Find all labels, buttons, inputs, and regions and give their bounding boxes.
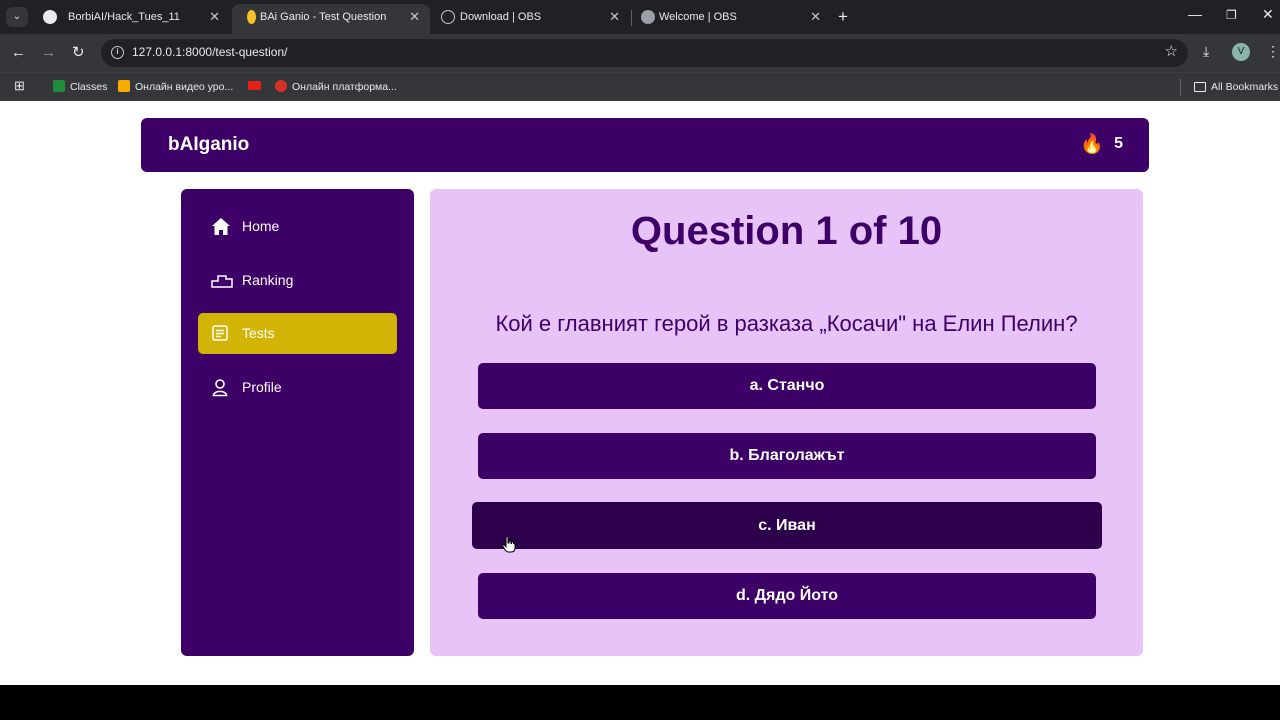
bookmarks-separator: [1180, 79, 1181, 96]
classroom-icon: [53, 80, 65, 92]
bookmark-label: Classes: [70, 81, 108, 93]
profile-avatar[interactable]: V: [1232, 43, 1250, 61]
new-tab-button[interactable]: +: [838, 6, 848, 28]
back-icon[interactable]: ←: [11, 43, 26, 63]
close-icon[interactable]: ✕: [209, 4, 220, 30]
tests-icon: [212, 325, 228, 341]
sidebar: Home Ranking Tests Profile: [181, 189, 414, 656]
forward-icon[interactable]: →: [41, 43, 56, 63]
sidebar-item-home[interactable]: Home: [198, 206, 397, 247]
tab-search-button[interactable]: ⌄: [6, 7, 28, 27]
apps-grid-icon[interactable]: ⊞: [14, 78, 25, 94]
folder-icon: [1194, 82, 1206, 92]
address-bar[interactable]: i 127.0.0.1:8000/test-question/ ☆: [101, 39, 1188, 67]
menu-icon[interactable]: ⋮: [1266, 43, 1280, 60]
restore-icon[interactable]: ❐: [1226, 8, 1237, 22]
sidebar-item-label: Tests: [242, 325, 275, 341]
all-bookmarks-button[interactable]: All Bookmarks: [1194, 79, 1278, 95]
streak-counter: 🔥 5: [1080, 132, 1123, 156]
sidebar-item-tests[interactable]: Tests: [198, 313, 397, 354]
bookmarks-bar: ⊞ Classes Онлайн видео уро... Онлайн пла…: [0, 72, 1280, 101]
url-text[interactable]: 127.0.0.1:8000/test-question/: [132, 45, 287, 59]
window-close-icon[interactable]: ✕: [1262, 6, 1274, 23]
tab-test-question[interactable]: BAi Ganio - Test Question ✕: [232, 4, 430, 34]
y-icon: [118, 80, 130, 92]
sidebar-item-label: Profile: [242, 379, 282, 395]
close-icon[interactable]: ✕: [810, 4, 821, 30]
tab-title: Download | OBS: [460, 11, 542, 23]
podium-icon: [211, 275, 233, 288]
youtube-icon: [248, 81, 261, 90]
answer-option-c[interactable]: c. Иван: [472, 502, 1102, 549]
bookmark-video-lessons[interactable]: Онлайн видео уро...: [118, 79, 233, 95]
download-icon[interactable]: ⤓: [1203, 43, 1209, 60]
sidebar-item-label: Home: [242, 218, 280, 234]
tab-title: Welcome | OBS: [659, 11, 737, 23]
tab-welcome-obs[interactable]: Welcome | OBS ✕: [631, 4, 831, 34]
bookmark-star-icon[interactable]: ☆: [1165, 42, 1178, 60]
sidebar-item-label: Ranking: [242, 272, 294, 288]
answer-option-d[interactable]: d. Дядо Йото: [478, 573, 1096, 619]
answer-option-a[interactable]: a. Станчо: [478, 363, 1096, 409]
screen-bottom-bar: [0, 685, 1280, 720]
bookmark-label: Онлайн видео уро...: [135, 81, 234, 93]
question-counter: Question 1 of 10: [630, 209, 943, 253]
sidebar-item-ranking[interactable]: Ranking: [198, 260, 397, 301]
tab-download-obs[interactable]: Download | OBS ✕: [430, 4, 630, 34]
page: bAIganio 🔥 5 Home Ranking Tests Profile Q…: [0, 101, 1280, 685]
obs-icon: [441, 10, 455, 24]
site-info-icon[interactable]: i: [111, 46, 124, 59]
close-icon[interactable]: ✕: [409, 4, 420, 30]
all-bookmarks-label: All Bookmarks: [1211, 81, 1279, 93]
github-icon: [43, 10, 57, 24]
bookmark-youtube[interactable]: [248, 79, 266, 95]
tab-strip: ⌄ BorbiAI/Hack_Tues_11 ✕ BAi Ganio - Tes…: [0, 0, 1280, 34]
browser-toolbar: ← → ↻ i 127.0.0.1:8000/test-question/ ☆ …: [0, 34, 1280, 72]
answer-option-b[interactable]: b. Благолажът: [478, 433, 1096, 479]
tab-title: BAi Ganio - Test Question: [260, 11, 387, 23]
tab-title: BorbiAI/Hack_Tues_11: [68, 11, 180, 23]
brand-logo[interactable]: bAIganio: [168, 134, 249, 156]
home-icon: [212, 218, 230, 235]
profile-icon: [212, 379, 228, 397]
globe-icon: [641, 10, 655, 24]
sidebar-item-profile[interactable]: Profile: [198, 367, 397, 408]
reload-icon[interactable]: ↻: [72, 43, 85, 63]
bookmark-classes[interactable]: Classes: [53, 79, 107, 95]
bookmark-label: Онлайн платформа...: [292, 81, 397, 93]
app-header: bAIganio 🔥 5: [141, 118, 1149, 172]
fire-icon: 🔥: [1080, 134, 1105, 155]
bookmark-online-platform[interactable]: Онлайн платформа...: [275, 79, 397, 95]
question-panel: Question 1 of 10 Кой е главният герой в …: [430, 189, 1143, 656]
a-icon: [275, 80, 287, 92]
hand-cursor-icon: [502, 536, 516, 553]
minimize-icon[interactable]: —: [1188, 6, 1202, 22]
question-text: Кой е главният герой в разказа „Косачи" …: [495, 311, 1078, 336]
tab-github[interactable]: BorbiAI/Hack_Tues_11 ✕: [30, 4, 230, 34]
close-icon[interactable]: ✕: [609, 4, 620, 30]
lightbulb-icon: [247, 10, 256, 24]
streak-value: 5: [1114, 135, 1123, 152]
